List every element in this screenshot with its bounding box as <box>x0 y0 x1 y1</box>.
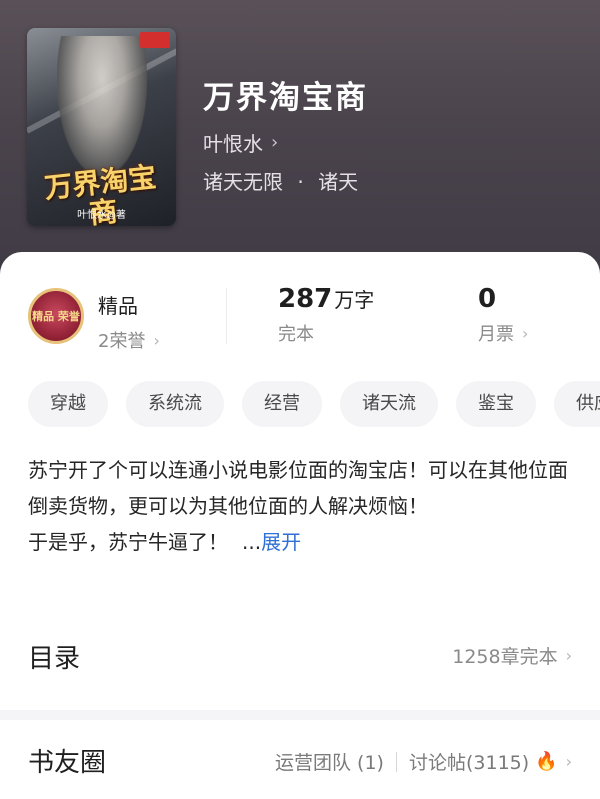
cover-author-text: 叶恨水◎著 <box>77 210 126 221</box>
tag-list: 穿越系统流经营诸天流鉴宝供应商 <box>28 381 600 427</box>
monthly-votes-value: 0 <box>478 284 497 314</box>
tag-chip[interactable]: 鉴宝 <box>456 381 536 427</box>
flame-icon: 🔥 <box>535 751 558 772</box>
honor-count: 2荣誉 <box>98 331 146 352</box>
toc-label: 目录 <box>28 644 81 674</box>
tag-chip[interactable]: 穿越 <box>28 381 108 427</box>
quality-medal-icon: 精品 荣誉 <box>28 288 84 344</box>
divider <box>226 288 227 344</box>
book-categories: 诸天无限 · 诸天 <box>203 166 358 195</box>
description-line4: 于是乎，苏宁牛逼了！ <box>28 530 228 554</box>
table-of-contents-row[interactable]: 目录 1258章完本 › <box>0 630 600 682</box>
author-name: 叶恨水 <box>203 132 263 156</box>
completion-status: 完本 <box>278 324 314 345</box>
description-ellipsis: ... <box>242 530 262 554</box>
chevron-right-icon: › <box>522 323 529 343</box>
book-title: 万界淘宝商 <box>203 80 368 116</box>
section-divider <box>0 710 600 720</box>
tag-chip[interactable]: 诸天流 <box>340 381 438 427</box>
chevron-right-icon: › <box>565 646 572 665</box>
category-secondary[interactable]: 诸天 <box>318 170 358 194</box>
quality-stat[interactable]: 精品 2荣誉 › <box>98 290 160 353</box>
category-primary[interactable]: 诸天无限 <box>203 170 283 194</box>
word-count-value: 287 <box>278 284 333 314</box>
monthly-votes-stat[interactable]: 0 月票 › <box>478 284 528 346</box>
book-description[interactable]: 苏宁开了个可以连通小说电影位面的淘宝店！可以在其他位面倒卖货物，更可以为其他位面… <box>28 452 568 560</box>
category-separator: · <box>297 170 304 194</box>
book-header: 万界淘宝商 叶恨水◎著 万界淘宝商 叶恨水 › 诸天无限 · 诸天 <box>0 0 600 290</box>
word-count-unit: 万字 <box>334 288 375 312</box>
expand-link[interactable]: 展开 <box>261 530 301 554</box>
quality-label: 精品 <box>98 294 138 318</box>
reader-circle-label: 书友圈 <box>28 748 107 778</box>
tag-chip[interactable]: 系统流 <box>126 381 224 427</box>
cover-publisher-badge <box>140 32 170 48</box>
medal-text: 精品 荣誉 <box>32 309 80 323</box>
stats-row: 精品 荣誉 精品 2荣誉 › 287 万字 完本 0 月票 › <box>0 280 600 356</box>
monthly-votes-label: 月票 <box>478 324 514 345</box>
divider <box>395 751 397 772</box>
word-count-stat: 287 万字 完本 <box>278 284 374 346</box>
tag-chip[interactable]: 经营 <box>242 381 322 427</box>
reader-circle-row: 书友圈 运营团队 (1) 讨论帖(3115) 🔥 › <box>0 736 600 788</box>
chevron-right-icon: › <box>153 330 160 350</box>
discussion-link[interactable]: 讨论帖(3115) <box>409 748 529 775</box>
honor-link[interactable]: 2荣誉 › <box>98 327 160 353</box>
toc-summary: 1258章完本 <box>452 646 558 668</box>
tag-chip[interactable]: 供应商 <box>554 381 600 427</box>
description-text: 苏宁开了个可以连通小说电影位面的淘宝店！可以在其他位面倒卖货物，更可以为其他位面… <box>28 458 568 518</box>
chevron-right-icon: › <box>271 132 279 153</box>
cover-art-figure <box>57 36 147 176</box>
book-detail-card: 精品 荣誉 精品 2荣誉 › 287 万字 完本 0 月票 › 穿越 系统流 经营 诸天… <box>0 252 600 799</box>
ops-team-link[interactable]: 运营团队 (1) <box>275 748 384 775</box>
book-cover-image[interactable]: 万界淘宝商 叶恨水◎著 <box>27 28 176 226</box>
author-link[interactable]: 叶恨水 › <box>203 128 278 157</box>
chevron-right-icon[interactable]: › <box>566 752 572 771</box>
